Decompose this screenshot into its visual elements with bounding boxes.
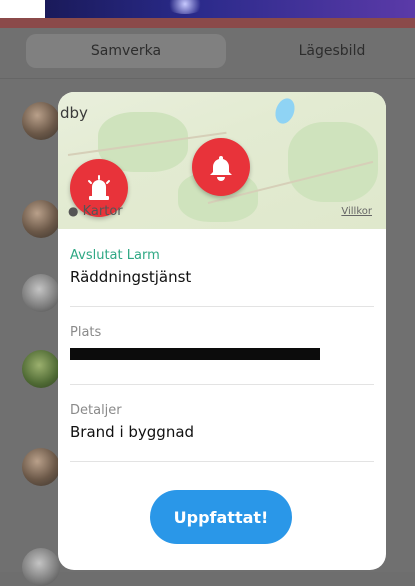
tab-lagesbild[interactable]: Lägesbild [262, 34, 402, 68]
details-label: Detaljer [70, 403, 122, 418]
details-section: Detaljer Brand i byggnad [70, 403, 374, 441]
avatar[interactable] [22, 350, 60, 388]
tab-bar: Samverka Lägesbild [12, 34, 415, 70]
map-lake [272, 95, 298, 127]
status-value: Räddningstjänst [70, 268, 192, 286]
status-label: Avslutat Larm [70, 248, 160, 263]
alarm-map[interactable]: dby ● Kartor Villkor [58, 92, 386, 229]
map-attribution: ● Kartor [68, 204, 123, 219]
banner-glow [165, 0, 205, 14]
alarm-modal: dby ● Kartor Villkor Avslutat Larm Räddn… [58, 92, 386, 570]
acknowledge-button[interactable]: Uppfattat! [150, 490, 292, 544]
bell-icon[interactable] [192, 138, 250, 196]
avatar[interactable] [22, 548, 60, 586]
section-divider [70, 384, 374, 385]
location-value-redacted [70, 348, 320, 360]
apple-icon: ● [68, 204, 79, 218]
avatar[interactable] [22, 102, 60, 140]
details-value: Brand i byggnad [70, 423, 195, 441]
map-attribution-text: Kartor [82, 204, 123, 219]
map-terms-link[interactable]: Villkor [341, 206, 372, 217]
location-label: Plats [70, 325, 102, 340]
avatar[interactable] [22, 200, 60, 238]
header-banner [45, 0, 415, 18]
alert-strip [0, 18, 415, 28]
status-section: Avslutat Larm Räddningstjänst [70, 248, 374, 286]
location-section: Plats [70, 325, 374, 360]
avatar[interactable] [22, 274, 60, 312]
section-divider [70, 306, 374, 307]
avatar[interactable] [22, 448, 60, 486]
section-divider [70, 461, 374, 462]
tab-divider [0, 78, 415, 79]
map-place-label: dby [60, 104, 88, 122]
tab-samverka[interactable]: Samverka [26, 34, 226, 68]
